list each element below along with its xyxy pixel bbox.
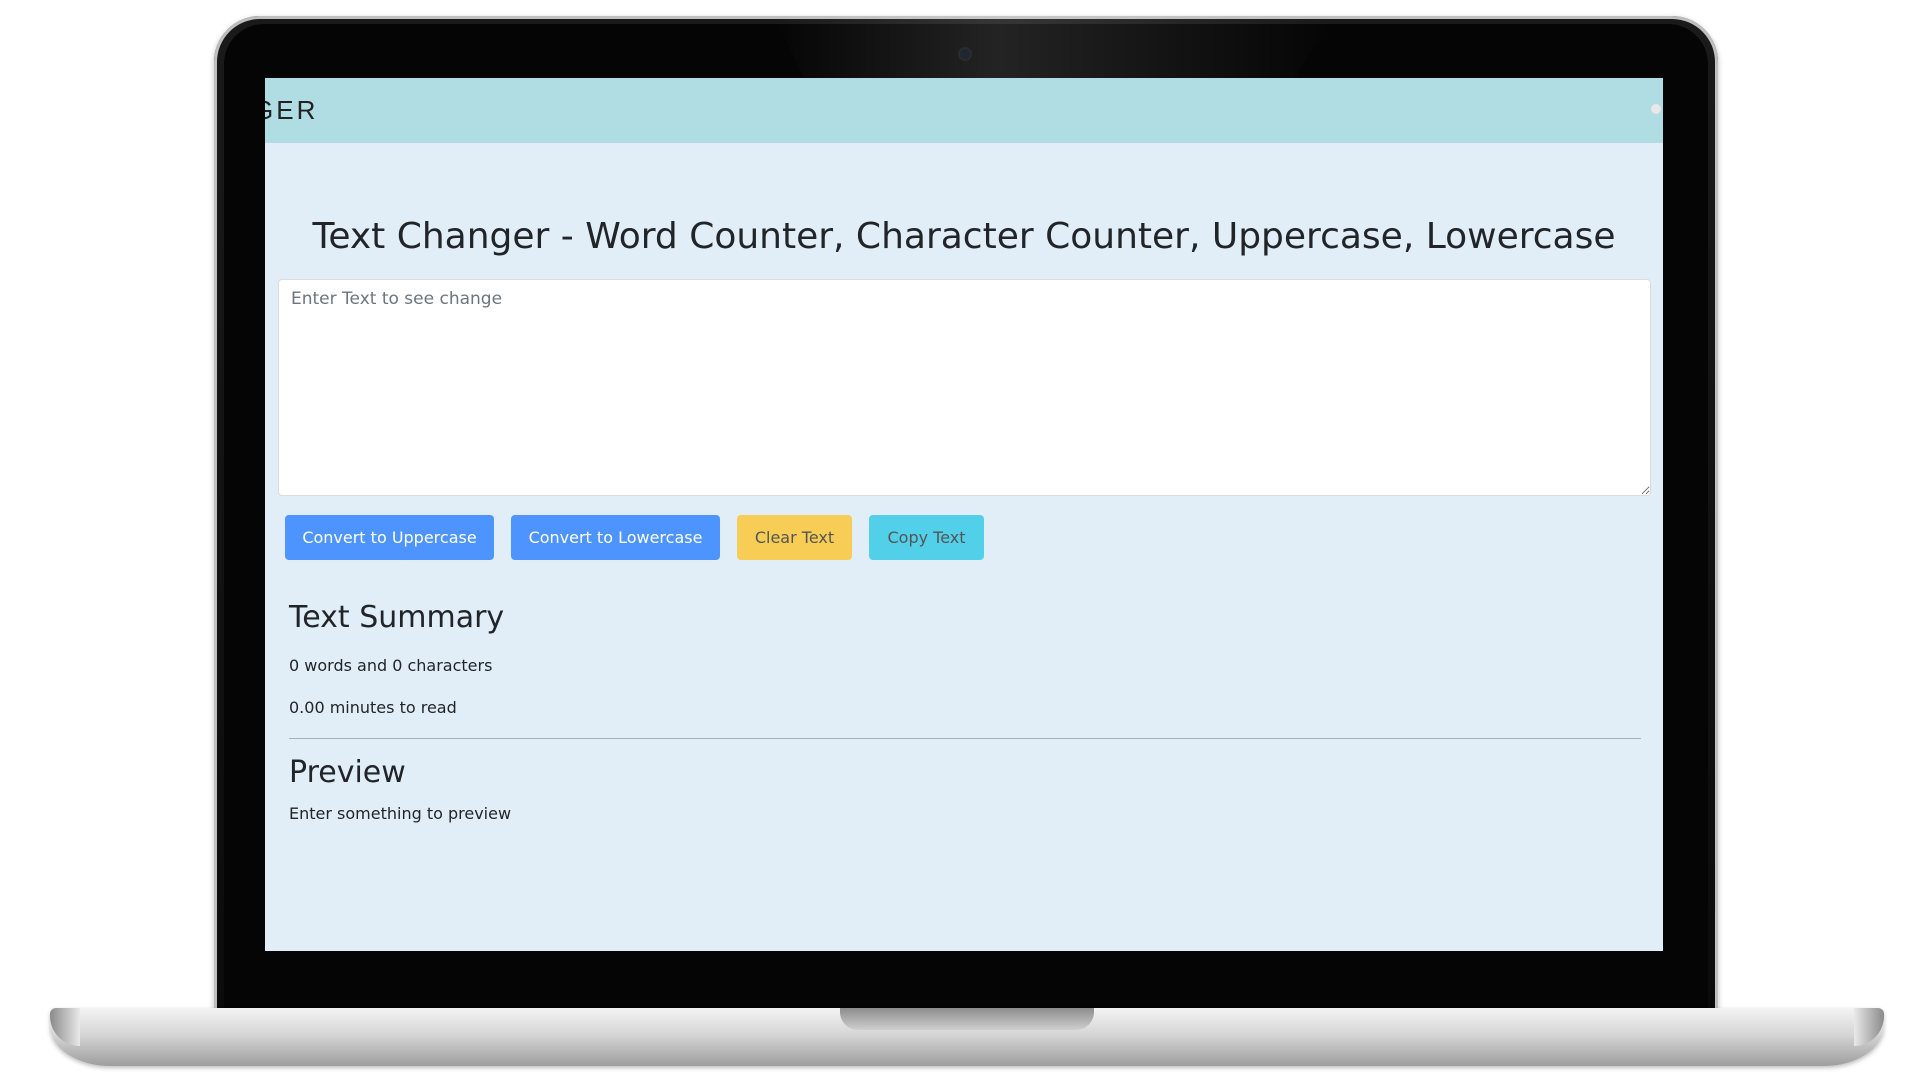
text-input[interactable] [278,279,1651,496]
bezel-glare [774,16,1334,86]
laptop-notch [840,1008,1094,1030]
text-summary-heading: Text Summary [289,600,505,635]
webcam-icon [960,49,970,59]
convert-uppercase-button[interactable]: Convert to Uppercase [285,515,494,560]
word-character-count: 0 words and 0 characters [289,656,493,675]
navbar-toggle-icon[interactable] [1651,104,1661,114]
navbar: GER [265,78,1663,143]
copy-text-button[interactable]: Copy Text [869,515,984,560]
navbar-brand[interactable]: GER [265,95,318,126]
convert-lowercase-button[interactable]: Convert to Lowercase [511,515,720,560]
page-title: Text Changer - Word Counter, Character C… [312,216,1616,257]
read-time: 0.00 minutes to read [289,698,457,717]
laptop-mockup: GER Text Changer - Word Counter, Charact… [0,0,1920,1080]
section-divider [289,738,1641,739]
clear-text-button[interactable]: Clear Text [737,515,852,560]
app-screen: GER Text Changer - Word Counter, Charact… [265,78,1663,951]
preview-text: Enter something to preview [289,804,512,823]
preview-heading: Preview [289,755,406,790]
